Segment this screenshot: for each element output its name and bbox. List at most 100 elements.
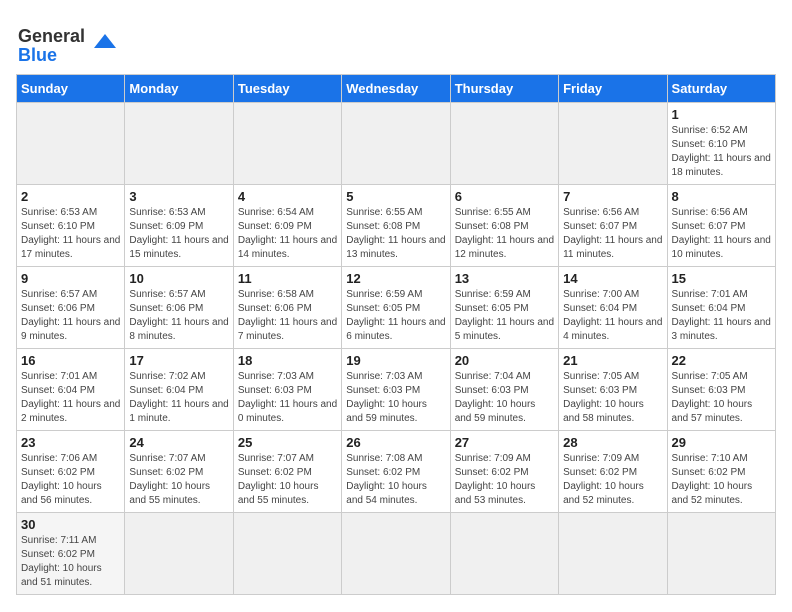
day-number: 26 bbox=[346, 435, 445, 450]
day-info: Sunrise: 7:05 AM Sunset: 6:03 PM Dayligh… bbox=[672, 370, 771, 426]
calendar-cell: 30 Sunrise: 7:11 AM Sunset: 6:02 PM Dayli… bbox=[17, 513, 125, 595]
day-info: Sunrise: 6:52 AM Sunset: 6:10 PM Dayligh… bbox=[672, 124, 771, 180]
day-info: Sunrise: 6:56 AM Sunset: 6:07 PM Dayligh… bbox=[563, 206, 662, 262]
day-number: 24 bbox=[129, 435, 228, 450]
day-number: 18 bbox=[238, 353, 337, 368]
day-number: 12 bbox=[346, 271, 445, 286]
weekday-header-row: SundayMondayTuesdayWednesdayThursdayFrid… bbox=[17, 75, 776, 103]
day-number: 4 bbox=[238, 189, 337, 204]
calendar-cell: 7 Sunrise: 6:56 AM Sunset: 6:07 PM Daylig… bbox=[559, 185, 667, 267]
calendar-cell: 29 Sunrise: 7:10 AM Sunset: 6:02 PM Dayli… bbox=[667, 431, 775, 513]
day-info: Sunrise: 7:07 AM Sunset: 6:02 PM Dayligh… bbox=[129, 452, 228, 508]
calendar-cell: 22 Sunrise: 7:05 AM Sunset: 6:03 PM Dayli… bbox=[667, 349, 775, 431]
day-info: Sunrise: 7:09 AM Sunset: 6:02 PM Dayligh… bbox=[563, 452, 662, 508]
calendar-cell bbox=[667, 513, 775, 595]
day-info: Sunrise: 6:58 AM Sunset: 6:06 PM Dayligh… bbox=[238, 288, 337, 344]
day-info: Sunrise: 7:02 AM Sunset: 6:04 PM Dayligh… bbox=[129, 370, 228, 426]
logo-svg: General Blue bbox=[16, 16, 126, 66]
day-number: 27 bbox=[455, 435, 554, 450]
day-info: Sunrise: 7:07 AM Sunset: 6:02 PM Dayligh… bbox=[238, 452, 337, 508]
calendar-cell: 12 Sunrise: 6:59 AM Sunset: 6:05 PM Dayli… bbox=[342, 267, 450, 349]
calendar-table: SundayMondayTuesdayWednesdayThursdayFrid… bbox=[16, 74, 776, 595]
calendar-cell bbox=[342, 103, 450, 185]
weekday-header-friday: Friday bbox=[559, 75, 667, 103]
day-number: 30 bbox=[21, 517, 120, 532]
calendar-cell: 18 Sunrise: 7:03 AM Sunset: 6:03 PM Dayli… bbox=[233, 349, 341, 431]
day-info: Sunrise: 6:57 AM Sunset: 6:06 PM Dayligh… bbox=[129, 288, 228, 344]
calendar-cell: 8Sunrise: 6:56 AM Sunset: 6:07 PM Daylig… bbox=[667, 185, 775, 267]
day-info: Sunrise: 7:03 AM Sunset: 6:03 PM Dayligh… bbox=[238, 370, 337, 426]
week-row-1: 2 Sunrise: 6:53 AM Sunset: 6:10 PM Daylig… bbox=[17, 185, 776, 267]
week-row-3: 16 Sunrise: 7:01 AM Sunset: 6:04 PM Dayli… bbox=[17, 349, 776, 431]
day-number: 15 bbox=[672, 271, 771, 286]
week-row-0: 1Sunrise: 6:52 AM Sunset: 6:10 PM Daylig… bbox=[17, 103, 776, 185]
day-number: 29 bbox=[672, 435, 771, 450]
day-info: Sunrise: 7:01 AM Sunset: 6:04 PM Dayligh… bbox=[672, 288, 771, 344]
calendar-cell: 21 Sunrise: 7:05 AM Sunset: 6:03 PM Dayli… bbox=[559, 349, 667, 431]
day-info: Sunrise: 6:54 AM Sunset: 6:09 PM Dayligh… bbox=[238, 206, 337, 262]
calendar-cell: 23 Sunrise: 7:06 AM Sunset: 6:02 PM Dayli… bbox=[17, 431, 125, 513]
day-number: 16 bbox=[21, 353, 120, 368]
calendar-cell bbox=[450, 513, 558, 595]
day-number: 28 bbox=[563, 435, 662, 450]
day-info: Sunrise: 6:59 AM Sunset: 6:05 PM Dayligh… bbox=[346, 288, 445, 344]
week-row-5: 30 Sunrise: 7:11 AM Sunset: 6:02 PM Dayli… bbox=[17, 513, 776, 595]
calendar-cell bbox=[559, 513, 667, 595]
week-row-2: 9 Sunrise: 6:57 AM Sunset: 6:06 PM Daylig… bbox=[17, 267, 776, 349]
calendar-cell: 14Sunrise: 7:00 AM Sunset: 6:04 PM Dayli… bbox=[559, 267, 667, 349]
weekday-header-monday: Monday bbox=[125, 75, 233, 103]
weekday-header-sunday: Sunday bbox=[17, 75, 125, 103]
calendar-cell bbox=[450, 103, 558, 185]
day-number: 3 bbox=[129, 189, 228, 204]
calendar-cell: 20 Sunrise: 7:04 AM Sunset: 6:03 PM Dayli… bbox=[450, 349, 558, 431]
day-info: Sunrise: 7:11 AM Sunset: 6:02 PM Dayligh… bbox=[21, 534, 120, 590]
calendar-cell: 26 Sunrise: 7:08 AM Sunset: 6:02 PM Dayli… bbox=[342, 431, 450, 513]
day-number: 22 bbox=[672, 353, 771, 368]
calendar-cell: 3 Sunrise: 6:53 AM Sunset: 6:09 PM Daylig… bbox=[125, 185, 233, 267]
day-info: Sunrise: 7:08 AM Sunset: 6:02 PM Dayligh… bbox=[346, 452, 445, 508]
calendar-cell: 13Sunrise: 6:59 AM Sunset: 6:05 PM Dayli… bbox=[450, 267, 558, 349]
weekday-header-wednesday: Wednesday bbox=[342, 75, 450, 103]
calendar-cell bbox=[233, 103, 341, 185]
day-info: Sunrise: 7:03 AM Sunset: 6:03 PM Dayligh… bbox=[346, 370, 445, 426]
calendar-cell: 4 Sunrise: 6:54 AM Sunset: 6:09 PM Daylig… bbox=[233, 185, 341, 267]
day-number: 23 bbox=[21, 435, 120, 450]
day-info: Sunrise: 7:10 AM Sunset: 6:02 PM Dayligh… bbox=[672, 452, 771, 508]
calendar-cell: 27Sunrise: 7:09 AM Sunset: 6:02 PM Dayli… bbox=[450, 431, 558, 513]
calendar-cell: 17Sunrise: 7:02 AM Sunset: 6:04 PM Dayli… bbox=[125, 349, 233, 431]
day-info: Sunrise: 6:53 AM Sunset: 6:10 PM Dayligh… bbox=[21, 206, 120, 262]
day-info: Sunrise: 7:01 AM Sunset: 6:04 PM Dayligh… bbox=[21, 370, 120, 426]
day-number: 7 bbox=[563, 189, 662, 204]
day-number: 6 bbox=[455, 189, 554, 204]
calendar-cell: 1Sunrise: 6:52 AM Sunset: 6:10 PM Daylig… bbox=[667, 103, 775, 185]
calendar-cell: 2 Sunrise: 6:53 AM Sunset: 6:10 PM Daylig… bbox=[17, 185, 125, 267]
calendar-cell: 28 Sunrise: 7:09 AM Sunset: 6:02 PM Dayli… bbox=[559, 431, 667, 513]
day-number: 2 bbox=[21, 189, 120, 204]
day-info: Sunrise: 6:57 AM Sunset: 6:06 PM Dayligh… bbox=[21, 288, 120, 344]
calendar-cell bbox=[233, 513, 341, 595]
day-info: Sunrise: 6:55 AM Sunset: 6:08 PM Dayligh… bbox=[455, 206, 554, 262]
calendar-cell bbox=[559, 103, 667, 185]
calendar-cell: 24 Sunrise: 7:07 AM Sunset: 6:02 PM Dayli… bbox=[125, 431, 233, 513]
day-info: Sunrise: 7:04 AM Sunset: 6:03 PM Dayligh… bbox=[455, 370, 554, 426]
day-number: 25 bbox=[238, 435, 337, 450]
calendar-cell: 16 Sunrise: 7:01 AM Sunset: 6:04 PM Dayli… bbox=[17, 349, 125, 431]
calendar-cell: 5Sunrise: 6:55 AM Sunset: 6:08 PM Daylig… bbox=[342, 185, 450, 267]
day-info: Sunrise: 6:53 AM Sunset: 6:09 PM Dayligh… bbox=[129, 206, 228, 262]
day-number: 14 bbox=[563, 271, 662, 286]
day-number: 10 bbox=[129, 271, 228, 286]
calendar-cell bbox=[342, 513, 450, 595]
calendar-cell bbox=[125, 513, 233, 595]
calendar-cell: 11 Sunrise: 6:58 AM Sunset: 6:06 PM Dayli… bbox=[233, 267, 341, 349]
day-info: Sunrise: 7:06 AM Sunset: 6:02 PM Dayligh… bbox=[21, 452, 120, 508]
day-number: 9 bbox=[21, 271, 120, 286]
day-number: 20 bbox=[455, 353, 554, 368]
day-number: 11 bbox=[238, 271, 337, 286]
page-header: General Blue bbox=[16, 16, 776, 66]
svg-text:Blue: Blue bbox=[18, 45, 57, 65]
day-info: Sunrise: 7:05 AM Sunset: 6:03 PM Dayligh… bbox=[563, 370, 662, 426]
calendar-cell: 10 Sunrise: 6:57 AM Sunset: 6:06 PM Dayli… bbox=[125, 267, 233, 349]
logo: General Blue bbox=[16, 16, 126, 66]
day-info: Sunrise: 6:59 AM Sunset: 6:05 PM Dayligh… bbox=[455, 288, 554, 344]
day-number: 21 bbox=[563, 353, 662, 368]
